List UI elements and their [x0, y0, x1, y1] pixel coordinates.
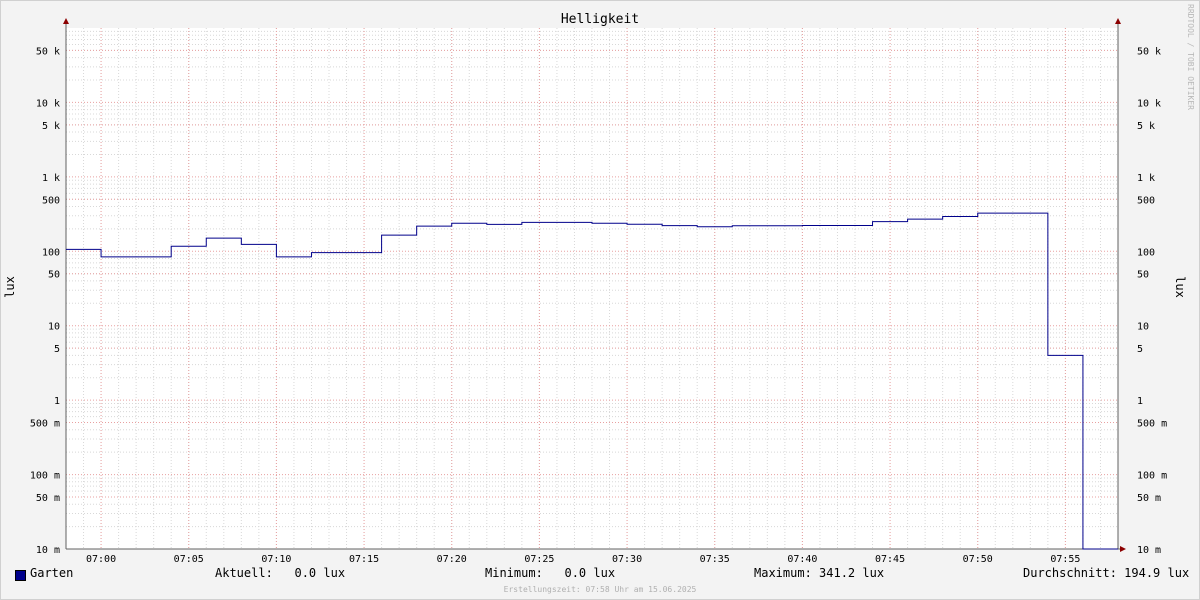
x-tick-label: 07:55 [1050, 554, 1080, 565]
grid [66, 28, 1118, 549]
footer-timestamp: Erstellungszeit: 07:58 Uhr am 15.06.2025 [503, 585, 697, 594]
chart-title: Helligkeit [561, 12, 639, 27]
y-tick-label-right: 50 [1137, 270, 1149, 281]
y-tick-label-right: 100 m [1137, 471, 1167, 482]
legend-swatch-garten [15, 570, 26, 581]
x-tick-label: 07:35 [700, 554, 730, 565]
y-tick-label-right: 100 [1137, 247, 1155, 258]
x-tick-label: 07:10 [261, 554, 291, 565]
watermark: RRDTOOL / TOBI OETIKER [1186, 4, 1195, 110]
x-tick-label: 07:15 [349, 554, 379, 565]
y-tick-label-left: 100 m [30, 471, 60, 482]
y-tick-label-right: 5 k [1137, 121, 1155, 132]
x-axis-arrow [1120, 546, 1126, 552]
y-tick-label-left: 50 m [36, 493, 60, 504]
y-axis-label-right: lux [1173, 276, 1187, 298]
y-tick-label-right: 1 [1137, 396, 1143, 407]
x-tick-label: 07:45 [875, 554, 905, 565]
y-tick-label-right: 50 m [1137, 493, 1161, 504]
y-tick-label-left: 10 k [36, 98, 60, 109]
y-tick-label-right: 500 [1137, 195, 1155, 206]
legend-series-name: Garten [30, 566, 74, 580]
x-tick-label: 07:40 [787, 554, 817, 565]
y-tick-label-right: 10 k [1137, 98, 1161, 109]
y-tick-label-left: 5 [54, 344, 60, 355]
legend-aktuell: Aktuell: 0.0 lux [215, 566, 346, 580]
y-tick-label-right: 500 m [1137, 419, 1167, 430]
y-tick-label-left: 100 [42, 247, 60, 258]
x-tick-label: 07:00 [86, 554, 116, 565]
y-tick-labels-right: 50 k 10 k 5 k 1 k 500 100 50 10 5 1 500 m 100 m 50 m… [1137, 46, 1167, 556]
chart-svg: 50 k 10 k 5 k 1 k 500 100 50 10 5 1 500 m 100 m 50 m… [3, 12, 1187, 565]
y-axis-arrow-right [1115, 18, 1121, 24]
y-tick-label-left: 10 m [36, 545, 60, 556]
y-axis-arrow-left [63, 18, 69, 24]
y-tick-label-left: 1 k [42, 173, 60, 184]
y-tick-label-left: 500 [42, 195, 60, 206]
y-tick-label-right: 5 [1137, 344, 1143, 355]
legend: Garten Aktuell: 0.0 lux Minimum: 0.0 lux… [0, 566, 1200, 584]
x-tick-label: 07:20 [437, 554, 467, 565]
y-tick-labels-left: 50 k 10 k 5 k 1 k 500 100 50 10 5 1 500 m 100 m 50 m… [30, 46, 60, 556]
x-tick-label: 07:50 [963, 554, 993, 565]
x-tick-label: 07:25 [524, 554, 554, 565]
y-tick-label-left: 1 [54, 396, 60, 407]
y-tick-label-right: 10 m [1137, 545, 1161, 556]
x-tick-label: 07:05 [174, 554, 204, 565]
x-tick-labels: 07:00 07:05 07:10 07:15 07:20 07:25 07:30 07:35… [86, 554, 1080, 565]
y-tick-label-left: 10 [48, 322, 60, 333]
x-tick-label: 07:30 [612, 554, 642, 565]
y-tick-label-left: 50 k [36, 46, 60, 57]
y-tick-label-left: 50 [48, 270, 60, 281]
y-tick-label-right: 10 [1137, 322, 1149, 333]
y-tick-label-left: 5 k [42, 121, 60, 132]
legend-maximum: Maximum: 341.2 lux [754, 566, 885, 580]
y-tick-label-right: 1 k [1137, 173, 1155, 184]
legend-minimum: Minimum: 0.0 lux [485, 566, 616, 580]
y-axis-label-left: lux [3, 276, 17, 298]
legend-durchschnitt: Durchschnitt: 194.9 lux [1023, 566, 1190, 580]
y-tick-label-right: 50 k [1137, 46, 1161, 57]
y-tick-label-left: 500 m [30, 419, 60, 430]
